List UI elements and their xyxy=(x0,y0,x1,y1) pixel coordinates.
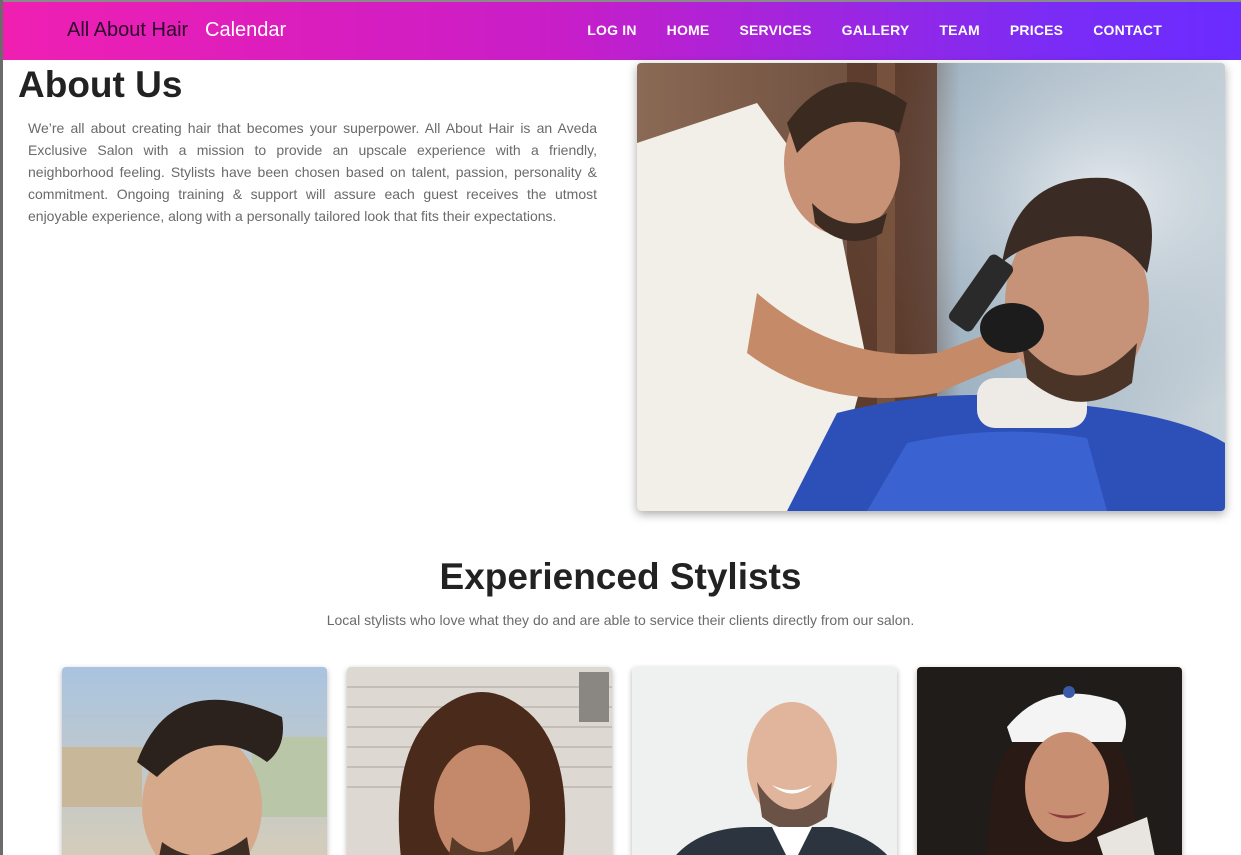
nav-home[interactable]: HOME xyxy=(667,22,710,38)
nav-gallery[interactable]: GALLERY xyxy=(842,22,910,38)
about-text: We’re all about creating hair that becom… xyxy=(28,120,597,224)
about-title: About Us xyxy=(18,64,183,105)
window-left-border xyxy=(0,0,3,855)
brand-link[interactable]: All About Hair xyxy=(67,19,188,42)
nav-login[interactable]: LOG IN xyxy=(587,22,636,38)
stylists-subtitle: Local stylists who love what they do and… xyxy=(326,612,915,628)
stylist-card-photo[interactable] xyxy=(62,667,327,855)
stylist-card-photo[interactable] xyxy=(632,667,897,855)
calendar-link[interactable]: Calendar xyxy=(205,19,286,42)
top-navbar: All About Hair Calendar LOG IN HOME SERV… xyxy=(3,2,1241,60)
nav-links: LOG IN HOME SERVICES GALLERY TEAM PRICES… xyxy=(587,22,1162,38)
nav-prices[interactable]: PRICES xyxy=(1010,22,1063,38)
stylist-card-photo[interactable] xyxy=(347,667,612,855)
nav-contact[interactable]: CONTACT xyxy=(1093,22,1162,38)
nav-team[interactable]: TEAM xyxy=(939,22,979,38)
barber-cutting-hair-photo xyxy=(637,63,1225,511)
nav-services[interactable]: SERVICES xyxy=(739,22,811,38)
stylists-title: Experienced Stylists xyxy=(439,556,802,597)
stylist-card-photo[interactable] xyxy=(917,667,1182,855)
